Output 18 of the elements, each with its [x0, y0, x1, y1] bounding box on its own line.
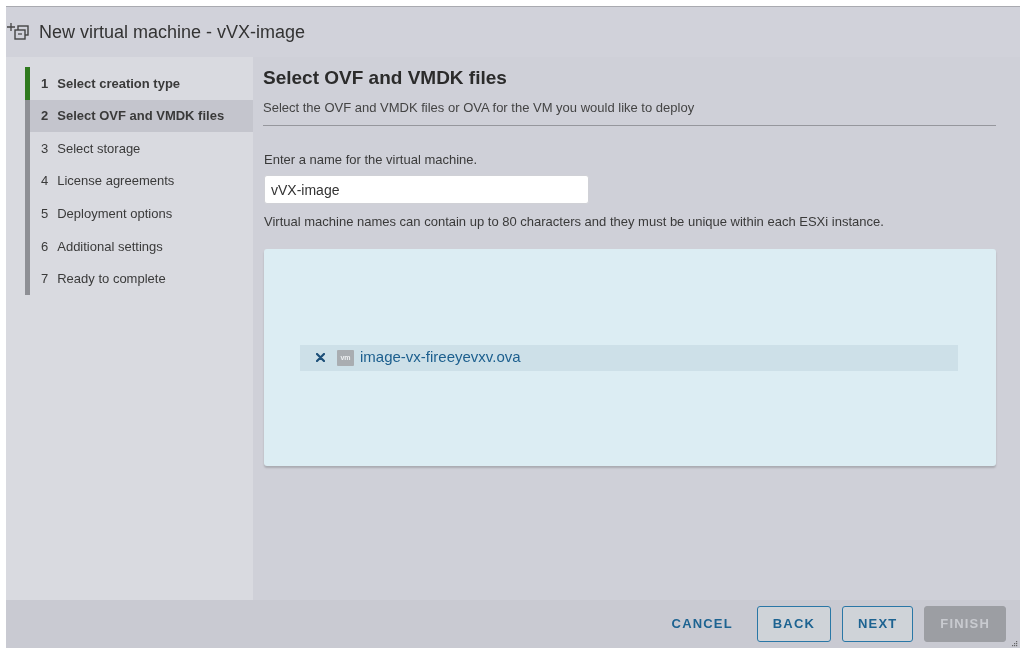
resize-grip-icon[interactable] — [1011, 640, 1018, 647]
file-name: image-vx-fireeyevxv.ova — [360, 347, 521, 368]
wizard-step[interactable]: 5 Deployment options — [25, 197, 253, 230]
cancel-button[interactable]: CANCEL — [658, 606, 746, 642]
back-button[interactable]: BACK — [756, 606, 831, 642]
vm-name-input[interactable]: vVX-image — [264, 175, 589, 204]
page-description: Select the OVF and VMDK files or OVA for the VM you would like to deploy — [263, 98, 996, 126]
wizard-step[interactable]: 4 License agreements — [25, 164, 253, 198]
remove-icon[interactable] — [316, 353, 325, 362]
field-label: Enter a name for the virtual machine. — [264, 150, 479, 169]
window-title: New virtual machine - vVX-image — [39, 20, 306, 44]
wizard-step[interactable]: 2 Select OVF and VMDK files — [25, 99, 253, 133]
page-heading: Select OVF and VMDK files — [263, 66, 508, 90]
wizard-step[interactable]: 6 Additional settings — [25, 229, 253, 263]
help-text: Virtual machine names can contain up to 80 characters and they must be unique within each ESXi instance. — [264, 213, 885, 231]
wizard-step[interactable]: 3 Select storage — [25, 132, 253, 165]
wizard-step[interactable]: 7 Ready to complete — [25, 262, 253, 296]
next-button[interactable]: NEXT — [842, 606, 914, 642]
